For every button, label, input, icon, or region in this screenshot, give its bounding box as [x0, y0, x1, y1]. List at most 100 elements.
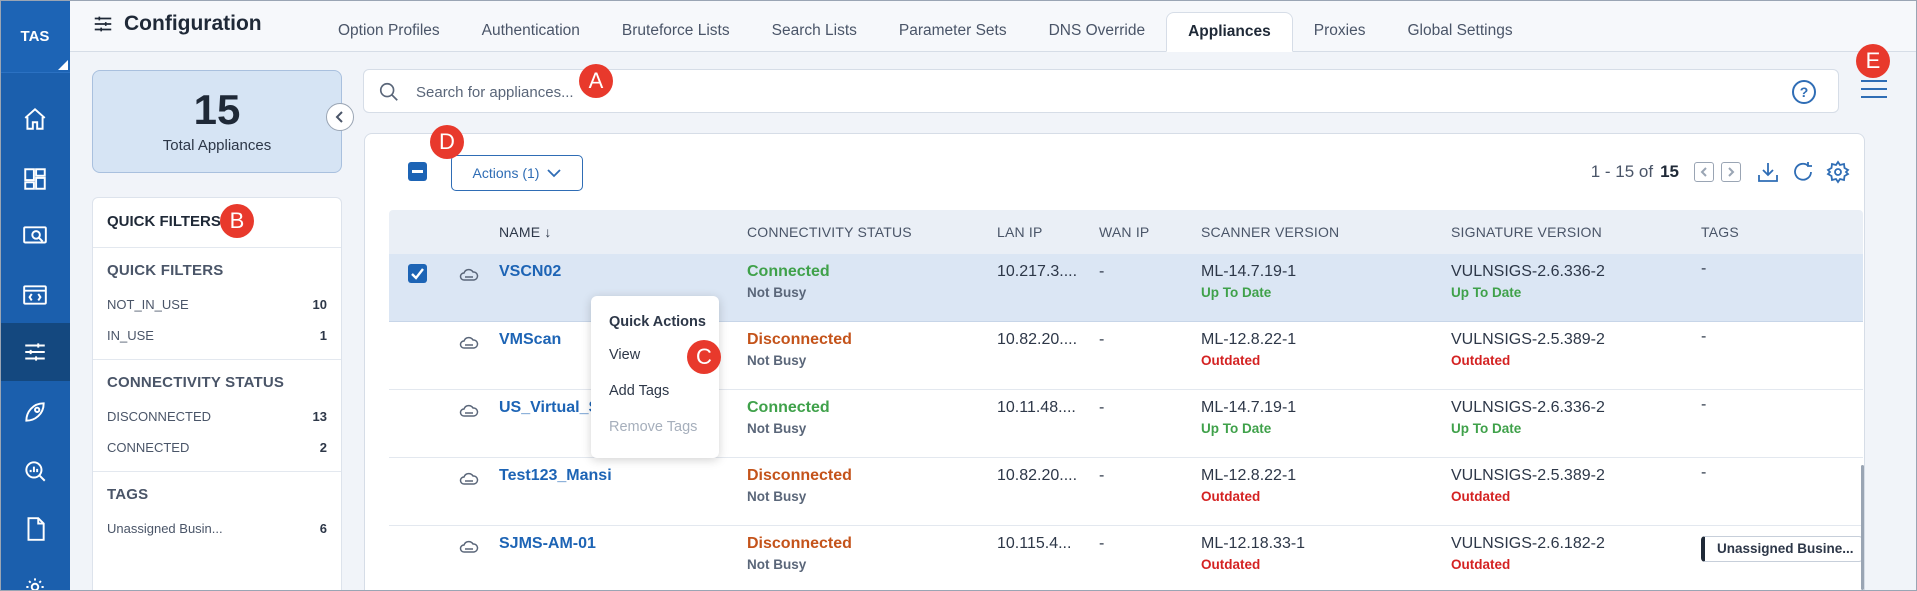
brand-label: TAS: [20, 27, 50, 45]
column-lan-ip[interactable]: LAN IP: [997, 224, 1043, 240]
filter-connected[interactable]: CONNECTED 2: [107, 432, 327, 463]
callout-c: C: [687, 340, 721, 374]
chevron-right-icon: [1728, 167, 1735, 177]
callout-b: B: [220, 204, 254, 238]
appliance-name-link[interactable]: SJMS-AM-01: [499, 535, 596, 553]
collapse-panel-button[interactable]: [326, 103, 354, 131]
total-appliances-card: 15 Total Appliances: [92, 70, 342, 173]
nav-home[interactable]: [0, 90, 70, 148]
chevron-left-icon: [335, 111, 343, 123]
lan-ip: 10.82.20....: [997, 467, 1078, 484]
total-appliances-count: 15: [193, 86, 241, 133]
table-row[interactable]: SJMS-AM-01 Disconnected Not Busy 10.115.4…: [389, 526, 1863, 591]
filter-not-in-use[interactable]: NOT_IN_USE 10: [107, 289, 327, 320]
row-checkbox[interactable]: [408, 264, 427, 283]
quick-filters-header: QUICK FILTERS: [93, 198, 341, 248]
tab-authentication[interactable]: Authentication: [461, 12, 601, 52]
filter-section-quick: QUICK FILTERS NOT_IN_USE 10 IN_USE 1: [93, 248, 341, 360]
brand-logo[interactable]: TAS: [0, 0, 70, 73]
connectivity-status: Disconnected: [747, 535, 852, 552]
nav-documents[interactable]: [0, 500, 70, 558]
configuration-icon: [25, 343, 45, 361]
tab-bar: Option Profiles Authentication Bruteforc…: [317, 12, 1534, 52]
nav-code[interactable]: [0, 266, 70, 324]
pagination-range: 1 - 15 of: [1590, 162, 1654, 181]
quick-filters-panel: QUICK FILTERS QUICK FILTERS NOT_IN_USE 10…: [92, 197, 342, 591]
scanner-state: Up To Date: [1201, 421, 1272, 436]
tab-option-profiles[interactable]: Option Profiles: [317, 12, 461, 52]
filter-in-use[interactable]: IN_USE 1: [107, 320, 327, 351]
nav-tips[interactable]: [0, 558, 70, 591]
filter-section-title: CONNECTIVITY STATUS: [107, 374, 285, 391]
tab-dns-override[interactable]: DNS Override: [1028, 12, 1166, 52]
column-name[interactable]: NAME ↓: [499, 224, 552, 240]
help-icon[interactable]: ?: [1792, 80, 1816, 104]
appliances-table-card: Actions (1) 1 - 15 of 15 NAME ↓ CONNECTI…: [364, 133, 1865, 591]
tag-chip[interactable]: Unassigned Busine...: [1701, 536, 1863, 562]
scanner-version: ML-12.8.22-1: [1201, 467, 1297, 484]
tab-bruteforce-lists[interactable]: Bruteforce Lists: [601, 12, 751, 52]
filter-section-title: TAGS: [107, 486, 149, 503]
column-tags[interactable]: TAGS: [1701, 224, 1739, 240]
chevron-left-icon: [1700, 167, 1707, 177]
top-bar: Configuration Option Profiles Authentica…: [70, 0, 1917, 52]
search-icon: [379, 82, 398, 101]
filter-disconnected[interactable]: DISCONNECTED 13: [107, 401, 327, 432]
column-connectivity[interactable]: CONNECTIVITY STATUS: [747, 224, 912, 240]
hamburger-menu-icon[interactable]: [1861, 80, 1887, 102]
refresh-icon[interactable]: [1791, 160, 1815, 184]
filter-tag-unassigned[interactable]: Unassigned Busin... 6: [107, 513, 327, 544]
filter-count: 6: [319, 521, 327, 536]
filter-count: 1: [319, 328, 327, 343]
total-appliances-label: Total Appliances: [162, 137, 272, 154]
column-wan-ip[interactable]: WAN IP: [1099, 224, 1149, 240]
cloud-appliance-icon: [459, 403, 479, 419]
table-scrollbar[interactable]: [1861, 465, 1864, 590]
filter-count: 13: [312, 409, 327, 424]
signature-state: Up To Date: [1451, 421, 1522, 436]
menu-item-add-tags[interactable]: Add Tags: [609, 383, 719, 419]
column-name-label: NAME: [499, 224, 541, 240]
actions-dropdown[interactable]: Actions (1): [451, 155, 583, 191]
tab-proxies[interactable]: Proxies: [1293, 12, 1387, 52]
cloud-appliance-icon: [459, 539, 479, 555]
column-scanner-version[interactable]: SCANNER VERSION: [1201, 224, 1339, 240]
tab-appliances[interactable]: Appliances: [1166, 12, 1293, 52]
column-signature-version[interactable]: SIGNATURE VERSION: [1451, 224, 1602, 240]
prev-page-button[interactable]: [1694, 162, 1714, 182]
download-icon[interactable]: [1756, 160, 1780, 184]
appliance-name-link[interactable]: Test123_Mansi: [499, 467, 612, 485]
nav-rocket[interactable]: [0, 383, 70, 441]
next-page-button[interactable]: [1721, 162, 1741, 182]
code-icon: [23, 285, 47, 305]
appliance-name-link[interactable]: VSCN02: [499, 263, 561, 281]
menu-item-remove-tags: Remove Tags: [609, 419, 698, 435]
tab-parameter-sets[interactable]: Parameter Sets: [878, 12, 1028, 52]
filter-section-tags: TAGS Unassigned Busin... 6: [93, 472, 341, 552]
quick-actions-title: Quick Actions: [609, 314, 706, 330]
nav-search-report[interactable]: [0, 442, 70, 500]
nav-scans[interactable]: [0, 207, 70, 265]
tags-cell: -: [1701, 464, 1707, 481]
gear-icon[interactable]: [1826, 160, 1850, 184]
busy-status: Not Busy: [747, 557, 807, 572]
scans-icon: [23, 226, 47, 244]
filter-count: 10: [312, 297, 327, 312]
appliance-name-link[interactable]: VMScan: [499, 331, 561, 349]
nav-configuration[interactable]: [0, 323, 70, 381]
lan-ip: 10.115.4...: [997, 535, 1072, 552]
filter-label: CONNECTED: [107, 440, 190, 455]
actions-label: Actions (1): [472, 165, 540, 181]
tab-global-settings[interactable]: Global Settings: [1386, 12, 1533, 52]
appliance-name-link[interactable]: US_Virtual_S: [499, 399, 599, 417]
tab-search-lists[interactable]: Search Lists: [751, 12, 878, 52]
nav-dashboard[interactable]: [0, 150, 70, 208]
select-all-checkbox[interactable]: [408, 162, 427, 181]
busy-status: Not Busy: [747, 421, 807, 436]
filter-section-connectivity: CONNECTIVITY STATUS DISCONNECTED 13 CONNE…: [93, 360, 341, 472]
checkmark-icon: [411, 268, 424, 280]
table-row[interactable]: Test123_Mansi Disconnected Not Busy 10.82…: [389, 458, 1863, 526]
scanner-version: ML-14.7.19-1: [1201, 399, 1297, 416]
tags-cell: -: [1701, 328, 1707, 345]
dashboard-icon: [24, 168, 46, 190]
